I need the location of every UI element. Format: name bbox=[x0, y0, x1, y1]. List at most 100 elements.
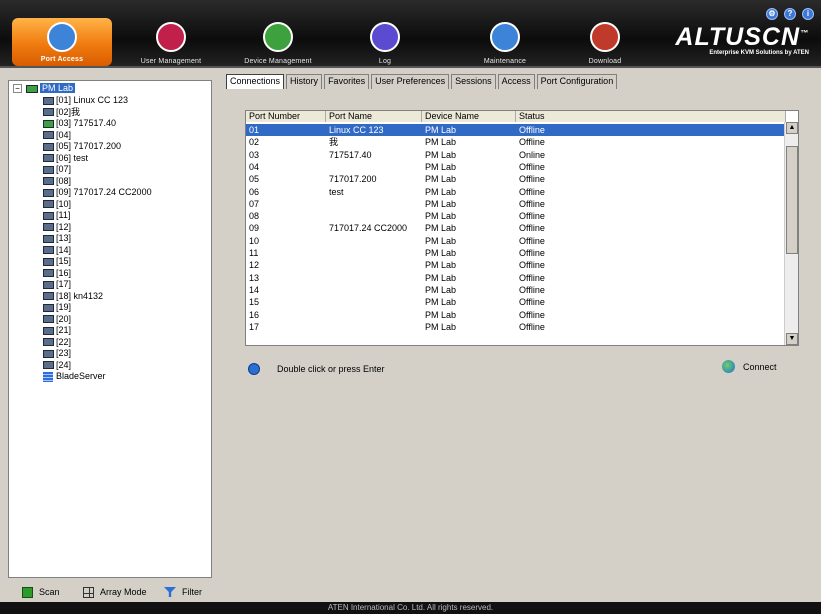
table-cell: 717517.40 bbox=[329, 149, 372, 160]
table-row[interactable]: 08 PM Lab Offline bbox=[246, 210, 786, 222]
tree-port-item[interactable]: [10] bbox=[43, 199, 71, 210]
table-cell: 16 bbox=[249, 309, 260, 320]
scroll-down-icon[interactable]: ▼ bbox=[786, 333, 798, 345]
monitor-icon bbox=[43, 303, 54, 312]
tree-port-item[interactable]: [13] bbox=[43, 233, 71, 244]
tree-port-label: [19] bbox=[56, 302, 72, 312]
tree-port-item[interactable]: [12] bbox=[43, 222, 71, 233]
tab-history[interactable]: History bbox=[286, 74, 323, 89]
table-row[interactable]: 15 PM Lab Offline bbox=[246, 296, 786, 308]
table-row[interactable]: 11 PM Lab Offline bbox=[246, 247, 786, 259]
tree-port-item[interactable]: [21] bbox=[43, 325, 71, 336]
tree-port-item[interactable]: [20] bbox=[43, 314, 71, 325]
tree-root-label: PM Lab bbox=[40, 83, 76, 93]
table-row[interactable]: 12 PM Lab Offline bbox=[246, 259, 786, 271]
tree-port-item[interactable]: [19] bbox=[43, 302, 71, 313]
tree-port-item[interactable]: [07] bbox=[43, 164, 71, 175]
tree-port-item[interactable]: [09] 717017.24 CC2000 bbox=[43, 187, 152, 198]
table-cell: Offline bbox=[519, 272, 545, 283]
nav-download[interactable]: Download bbox=[568, 0, 642, 68]
table-cell: 07 bbox=[249, 198, 260, 209]
monitor-icon bbox=[43, 142, 54, 151]
table-row[interactable]: 01 Linux CC 123 PM Lab Offline bbox=[246, 124, 786, 136]
tree-port-label: [02]我 bbox=[56, 106, 81, 117]
table-cell: 14 bbox=[249, 284, 260, 295]
monitor-icon bbox=[43, 234, 54, 243]
tree-port-item[interactable]: [17] bbox=[43, 279, 71, 290]
tab-user-preferences[interactable]: User Preferences bbox=[371, 74, 450, 89]
table-row[interactable]: 17 PM Lab Offline bbox=[246, 321, 786, 333]
table-row[interactable]: 09 717017.24 CC2000 PM Lab Offline bbox=[246, 222, 786, 234]
collapse-icon[interactable]: − bbox=[13, 84, 22, 94]
tree-port-item[interactable]: [24] bbox=[43, 360, 71, 371]
table-row[interactable]: 04 PM Lab Offline bbox=[246, 161, 786, 173]
tab-connections[interactable]: Connections bbox=[226, 74, 285, 89]
tree-port-item[interactable]: [06] test bbox=[43, 153, 88, 164]
column-header[interactable]: Port Name bbox=[326, 111, 422, 122]
table-row[interactable]: 10 PM Lab Offline bbox=[246, 235, 786, 247]
tree-port-label: [09] 717017.24 CC2000 bbox=[56, 187, 152, 197]
tree-port-item[interactable]: [05] 717017.200 bbox=[43, 141, 121, 152]
array-mode-button[interactable]: Array Mode bbox=[83, 585, 147, 599]
nav-maintenance[interactable]: Maintenance bbox=[462, 0, 548, 68]
nav-device-management[interactable]: Device Management bbox=[232, 0, 324, 68]
tab-favorites[interactable]: Favorites bbox=[324, 74, 370, 89]
scan-button[interactable]: Scan bbox=[22, 585, 60, 599]
tab-port-configuration[interactable]: Port Configuration bbox=[536, 74, 618, 89]
table-cell: PM Lab bbox=[425, 260, 457, 271]
tab-sessions[interactable]: Sessions bbox=[451, 74, 496, 89]
device-icon bbox=[263, 22, 293, 52]
monitor-icon bbox=[43, 188, 54, 197]
info-icon bbox=[248, 363, 260, 375]
column-header[interactable]: Status bbox=[516, 111, 786, 122]
scroll-up-icon[interactable]: ▲ bbox=[786, 122, 798, 134]
tree-port-item[interactable]: [15] bbox=[43, 256, 71, 267]
table-row[interactable]: 06 test PM Lab Offline bbox=[246, 186, 786, 198]
tree-port-item[interactable]: [08] bbox=[43, 176, 71, 187]
nav-log[interactable]: Log bbox=[352, 0, 418, 68]
tree-port-label: [01] Linux CC 123 bbox=[56, 95, 129, 105]
tree-port-label: [05] 717017.200 bbox=[56, 141, 122, 151]
table-cell: PM Lab bbox=[425, 223, 457, 234]
table-row[interactable]: 05 717017.200 PM Lab Offline bbox=[246, 173, 786, 185]
settings-icon[interactable]: ⚙ bbox=[766, 8, 778, 20]
tab-access[interactable]: Access bbox=[497, 74, 535, 89]
tree-port-item[interactable]: [02]我 bbox=[43, 107, 80, 118]
tree-port-item[interactable]: [16] bbox=[43, 268, 71, 279]
nav-port-access[interactable]: Port Access bbox=[12, 18, 112, 66]
tree-port-item[interactable]: [11] bbox=[43, 210, 70, 221]
tree-blade-server[interactable]: BladeServer bbox=[43, 371, 106, 382]
table-cell: 13 bbox=[249, 272, 260, 283]
table-row[interactable]: 02 我 PM Lab Offline bbox=[246, 136, 786, 148]
help-icon[interactable]: ? bbox=[784, 8, 796, 20]
tree-root-node[interactable]: − PM Lab bbox=[13, 83, 76, 94]
table-row[interactable]: 16 PM Lab Offline bbox=[246, 309, 786, 321]
vertical-scrollbar[interactable]: ▲ ▼ bbox=[784, 122, 798, 345]
tree-port-item[interactable]: [04] bbox=[43, 130, 71, 141]
tree-port-item[interactable]: [03] 717517.40 bbox=[43, 118, 116, 129]
table-cell: 01 bbox=[249, 125, 260, 135]
tree-port-item[interactable]: [18] kn4132 bbox=[43, 291, 103, 302]
table-row[interactable]: 07 PM Lab Offline bbox=[246, 198, 786, 210]
table-row[interactable]: 13 PM Lab Offline bbox=[246, 272, 786, 284]
scan-icon bbox=[22, 586, 33, 598]
monitor-icon bbox=[43, 154, 54, 163]
column-header[interactable]: Device Name bbox=[422, 111, 516, 122]
column-header[interactable]: Port Number bbox=[246, 111, 326, 122]
tree-port-item[interactable]: [14] bbox=[43, 245, 71, 256]
tree-port-item[interactable]: [22] bbox=[43, 337, 71, 348]
info-icon[interactable]: i bbox=[802, 8, 814, 20]
connect-button[interactable]: Connect bbox=[722, 360, 777, 373]
table-cell: 02 bbox=[249, 137, 260, 148]
scroll-thumb[interactable] bbox=[786, 146, 798, 254]
nav-user-management[interactable]: User Management bbox=[130, 0, 212, 68]
table-row[interactable]: 14 PM Lab Offline bbox=[246, 284, 786, 296]
filter-button[interactable]: Filter bbox=[164, 585, 202, 599]
table-row[interactable]: 03 717517.40 PM Lab Online bbox=[246, 149, 786, 161]
port-tree: − PM Lab [01] Linux CC 123 [02]我 [03] 71751… bbox=[8, 80, 212, 578]
tree-port-label: [08] bbox=[56, 175, 72, 186]
connect-hint: Double click or press Enter bbox=[248, 363, 385, 375]
tree-port-item[interactable]: [23] bbox=[43, 348, 71, 359]
top-bar: Port Access User Management Device Managem… bbox=[0, 0, 821, 68]
tree-port-item[interactable]: [01] Linux CC 123 bbox=[43, 95, 128, 106]
